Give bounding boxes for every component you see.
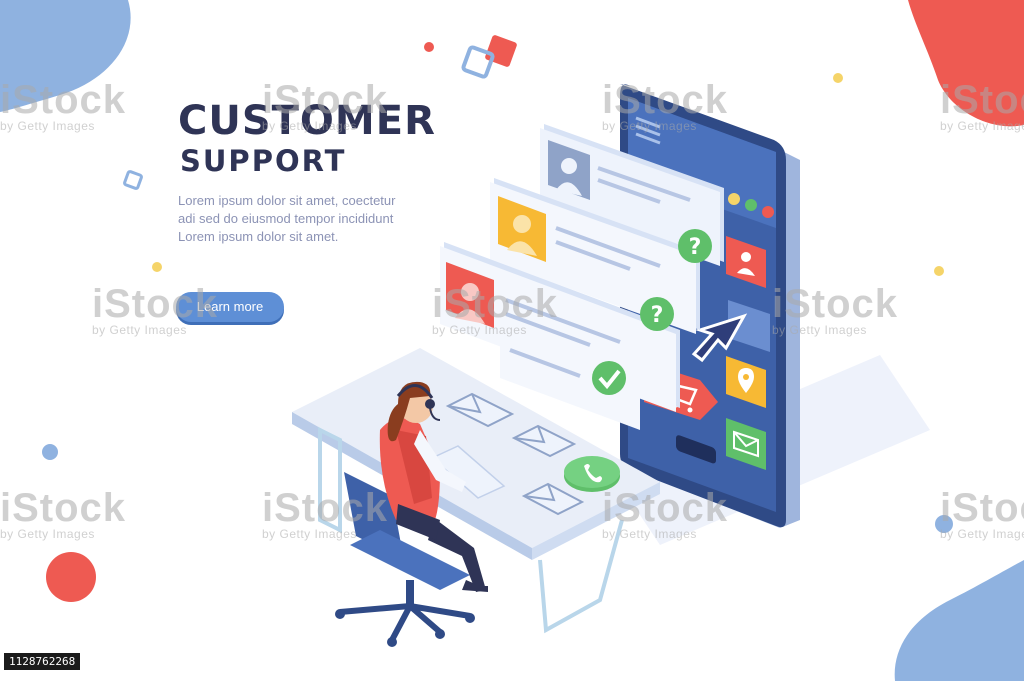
title-customer: CUSTOMER	[178, 98, 436, 144]
question-icon: ?	[678, 229, 712, 263]
image-id-badge: 1128762268	[4, 653, 81, 670]
question-icon: ?	[640, 297, 674, 331]
dot-yellow-2	[833, 73, 843, 83]
dot-red-small	[424, 42, 434, 52]
description-line: Lorem ipsum dolor sit amet.	[178, 229, 339, 244]
blob-bottom-right	[894, 560, 1024, 681]
phone-dot-red	[762, 206, 774, 218]
dot-red-large	[46, 552, 96, 602]
dot-blue-right	[935, 515, 953, 533]
blob-top-left	[0, 0, 131, 112]
dot-blue-left	[42, 444, 58, 460]
hero-description: Lorem ipsum dolor sit amet, coectetur ad…	[178, 192, 478, 246]
title-support: SUPPORT	[180, 144, 347, 178]
square-outline	[461, 45, 495, 79]
blob-top-right	[908, 0, 1024, 127]
description-line: Lorem ipsum dolor sit amet, coectetur	[178, 193, 396, 208]
description-line: adi sed do eiusmod tempor incididunt	[178, 211, 394, 226]
square-outline-small	[123, 170, 143, 190]
dot-yellow-3	[934, 266, 944, 276]
learn-more-button[interactable]: Learn more	[176, 292, 284, 322]
check-icon	[592, 361, 626, 395]
phone-call-icon	[564, 456, 620, 492]
illustration: ? ?	[0, 0, 1024, 681]
svg-text:?: ?	[651, 303, 664, 328]
phone-dot-yellow	[728, 193, 740, 205]
svg-text:?: ?	[689, 235, 702, 260]
dot-yellow-1	[152, 262, 162, 272]
phone-dot-green	[745, 199, 757, 211]
